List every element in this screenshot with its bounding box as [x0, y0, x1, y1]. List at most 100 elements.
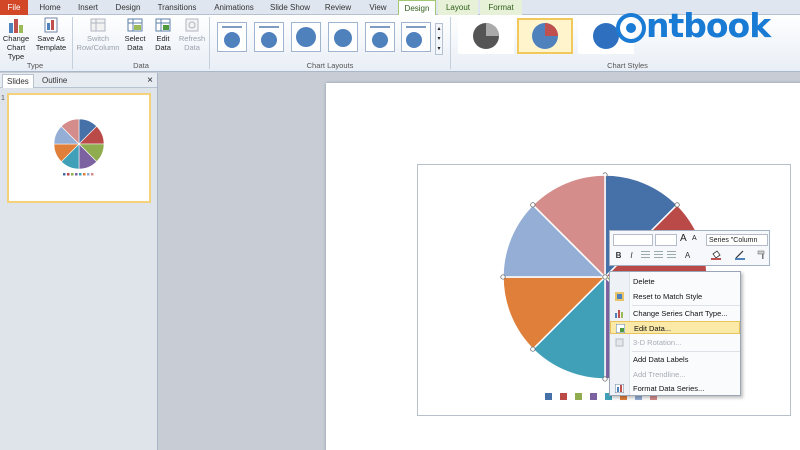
- ribbon-separator: [72, 17, 73, 69]
- font-color-button[interactable]: A: [682, 250, 693, 261]
- legend-key[interactable]: [91, 173, 94, 176]
- logo-text: ntbook: [646, 6, 771, 45]
- logo-eye-icon: [616, 12, 646, 43]
- menu-item-label: Change Series Chart Type...: [633, 309, 728, 318]
- menu-item-label: Add Trendline...: [633, 370, 686, 379]
- font-size-box[interactable]: [655, 234, 677, 246]
- align-right-icon[interactable]: [666, 250, 677, 261]
- menu-item-label: Delete: [633, 277, 655, 286]
- tab-slides[interactable]: Slides: [2, 74, 34, 88]
- tab-design[interactable]: Design: [110, 0, 146, 15]
- save-as-template-button[interactable]: Save As Template: [34, 17, 68, 52]
- legend-key[interactable]: [590, 393, 597, 400]
- legend-key[interactable]: [75, 173, 78, 176]
- slides-pane: Slides Outline × 1: [0, 73, 158, 450]
- font-name-box[interactable]: [613, 234, 653, 246]
- tab-chart-format[interactable]: Format: [480, 0, 522, 15]
- legend-key[interactable]: [71, 173, 74, 176]
- format-painter-icon[interactable]: [756, 250, 767, 261]
- tab-review[interactable]: Review: [320, 0, 356, 15]
- italic-button[interactable]: I: [626, 250, 637, 261]
- chart-layout-2[interactable]: [254, 22, 284, 52]
- select-data-icon: [126, 17, 144, 33]
- align-center-icon[interactable]: [653, 250, 664, 261]
- tab-insert[interactable]: Insert: [72, 0, 104, 15]
- chart-layout-6[interactable]: [401, 22, 431, 52]
- group-data-label: Data: [133, 61, 149, 70]
- template-icon: [42, 17, 60, 33]
- menu-item-delete[interactable]: Delete: [610, 275, 740, 288]
- edit-data-button[interactable]: Edit Data: [150, 17, 176, 52]
- chart-layout-4[interactable]: [328, 22, 358, 52]
- tab-chart-design[interactable]: Design: [398, 0, 436, 16]
- chart-layout-3[interactable]: [291, 22, 321, 52]
- tab-transitions[interactable]: Transitions: [152, 0, 202, 15]
- bold-button[interactable]: B: [613, 250, 624, 261]
- legend-key[interactable]: [63, 173, 66, 176]
- chart-style-2[interactable]: [517, 18, 573, 54]
- menu-item-add-trendline[interactable]: Add Trendline...: [610, 368, 740, 381]
- tab-slide-show[interactable]: Slide Show: [266, 0, 314, 15]
- edit-data-icon: [615, 323, 626, 334]
- chart-type-icon: [615, 309, 624, 318]
- refresh-data-icon: [183, 17, 201, 33]
- refresh-data-button[interactable]: Refresh Data: [177, 17, 207, 52]
- tab-chart-layout[interactable]: Layout: [438, 0, 478, 15]
- ribbon-separator: [209, 17, 210, 69]
- selection-handle[interactable]: [530, 202, 536, 208]
- pane-close-icon[interactable]: ×: [147, 74, 153, 87]
- tab-file[interactable]: File: [0, 0, 28, 15]
- selection-handle[interactable]: [674, 202, 680, 208]
- switch-row-column-button[interactable]: Switch Row/Column: [75, 17, 121, 52]
- select-data-label: Select Data: [124, 34, 146, 52]
- legend-key[interactable]: [545, 393, 552, 400]
- series-select[interactable]: Series "Column: [706, 234, 768, 246]
- slide-thumbnail[interactable]: [7, 93, 151, 203]
- tab-home[interactable]: Home: [34, 0, 66, 15]
- menu-item-label: Add Data Labels: [633, 355, 689, 364]
- edit-data-label: Edit Data: [155, 34, 171, 52]
- legend-key[interactable]: [575, 393, 582, 400]
- ribbon-separator: [450, 17, 451, 69]
- chart-layout-5[interactable]: [365, 22, 395, 52]
- group-chart-layouts-label: Chart Layouts: [306, 61, 354, 70]
- menu-item-label: Edit Data...: [634, 324, 672, 333]
- switch-row-column-label: Switch Row/Column: [76, 34, 120, 52]
- selection-handle[interactable]: [602, 274, 608, 280]
- menu-item-add-data-labels[interactable]: Add Data Labels: [610, 353, 740, 366]
- chart-layout-1[interactable]: [217, 22, 247, 52]
- menu-item-3d-rotation[interactable]: 3-D Rotation...: [610, 336, 740, 349]
- outline-color-icon[interactable]: [734, 250, 745, 261]
- shrink-font-button[interactable]: A: [692, 235, 697, 242]
- save-as-template-label: Save As Template: [35, 34, 67, 52]
- legend-key[interactable]: [560, 393, 567, 400]
- fill-color-icon[interactable]: [710, 250, 721, 261]
- align-left-icon[interactable]: [640, 250, 651, 261]
- chart-layouts-scroll[interactable]: ▴ ▾ ▾: [435, 23, 443, 55]
- menu-item-format-data-series[interactable]: Format Data Series...: [610, 382, 740, 395]
- context-menu: Delete Reset to Match Style Change Serie…: [609, 271, 741, 396]
- legend-key[interactable]: [83, 173, 86, 176]
- change-chart-type-label: Change Chart Type: [2, 34, 30, 61]
- menu-item-edit-data[interactable]: Edit Data...: [610, 321, 740, 334]
- select-data-button[interactable]: Select Data: [122, 17, 148, 52]
- selection-handle[interactable]: [602, 376, 608, 382]
- brand-logo: ntbook: [616, 6, 771, 45]
- grow-font-button[interactable]: A: [680, 233, 687, 244]
- edit-data-icon: [154, 17, 172, 33]
- slide-number: 1: [1, 95, 5, 102]
- menu-item-change-series-chart-type[interactable]: Change Series Chart Type...: [610, 307, 740, 320]
- tab-animations[interactable]: Animations: [208, 0, 260, 15]
- selection-handle[interactable]: [500, 274, 506, 280]
- tab-outline[interactable]: Outline: [38, 74, 71, 88]
- menu-item-reset-to-match-style[interactable]: Reset to Match Style: [610, 290, 740, 303]
- menu-item-label: 3-D Rotation...: [633, 338, 682, 347]
- legend-key[interactable]: [67, 173, 70, 176]
- selection-handle[interactable]: [530, 346, 536, 352]
- legend-key[interactable]: [79, 173, 82, 176]
- legend-key[interactable]: [87, 173, 90, 176]
- change-chart-type-button[interactable]: Change Chart Type: [0, 17, 32, 61]
- menu-separator: [632, 305, 740, 306]
- tab-view[interactable]: View: [362, 0, 394, 15]
- chart-style-1[interactable]: [458, 18, 514, 54]
